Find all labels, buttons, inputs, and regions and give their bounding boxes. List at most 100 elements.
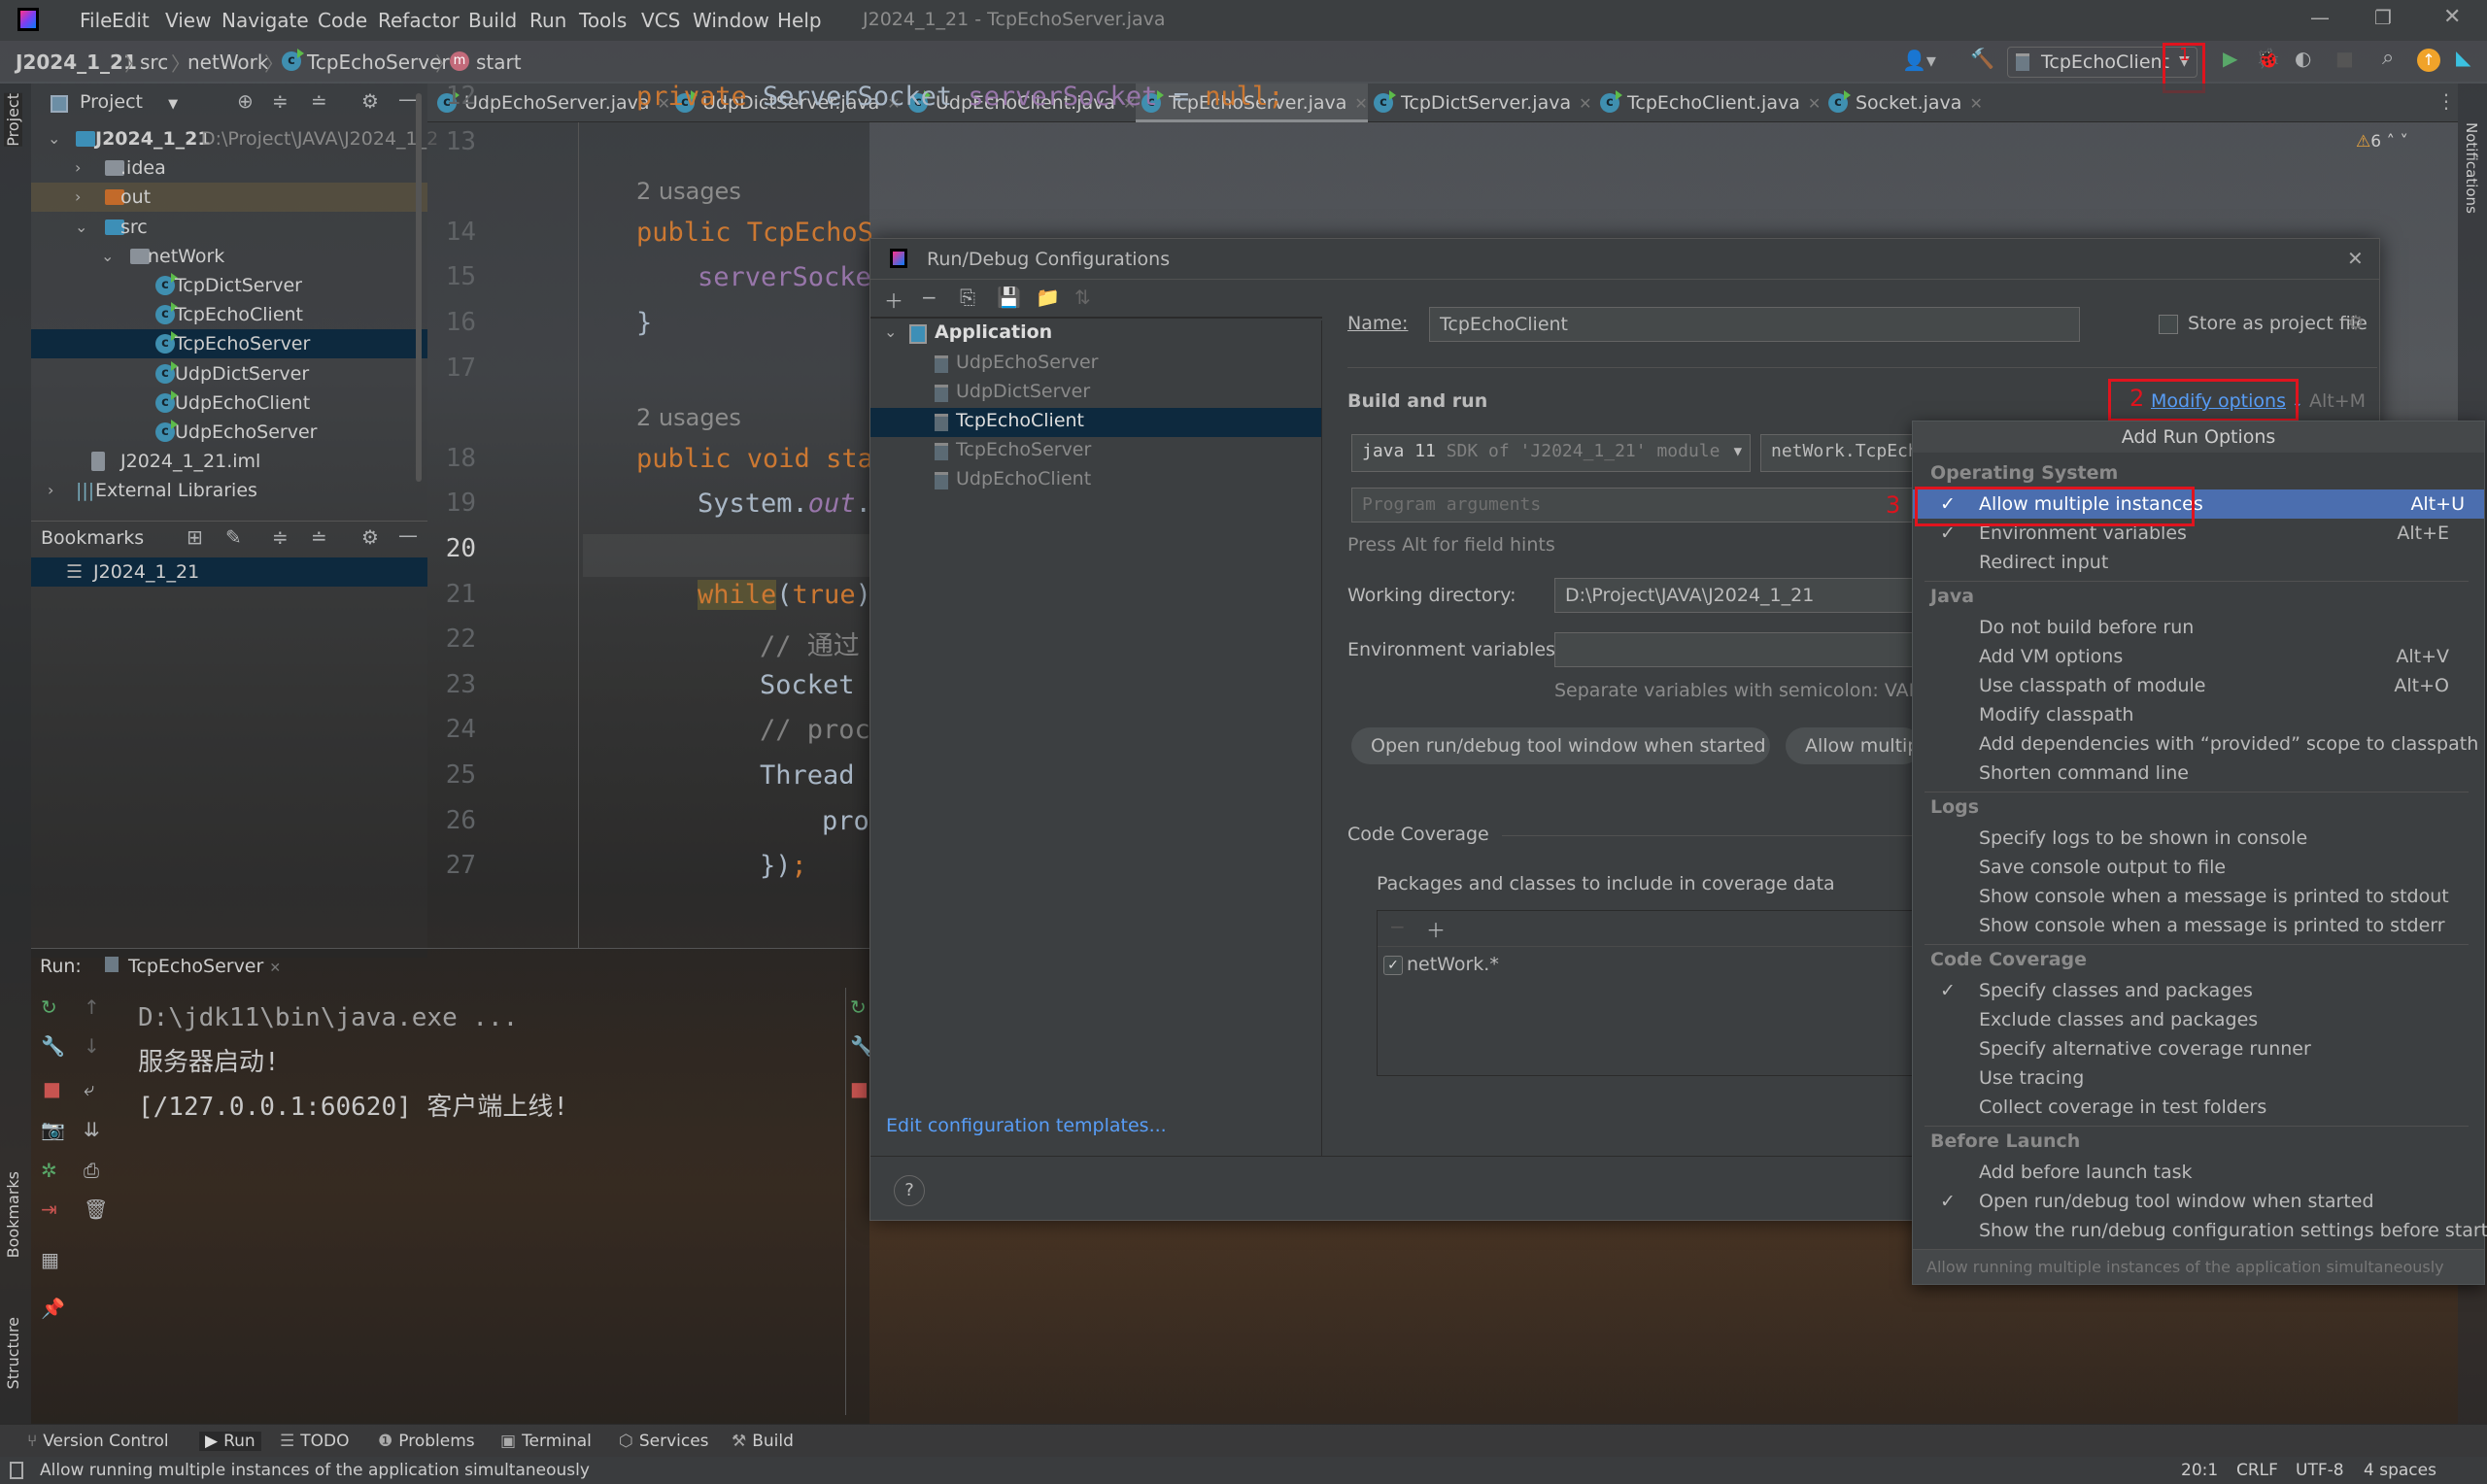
option-chip-open-tool-window[interactable]: Open run/debug tool window when started … (1351, 727, 1770, 764)
trash-icon[interactable]: 🗑 (84, 1197, 108, 1221)
name-field[interactable]: TcpEchoClient (1429, 307, 2080, 342)
build-hammer-icon[interactable]: 🔨 (1970, 47, 1994, 70)
menu-item-add-dependencies-with-provided-scope-to-classpath[interactable]: Add dependencies with “provided” scope t… (1913, 729, 2484, 759)
project-scrollbar[interactable] (416, 93, 422, 482)
notifications-tool-button[interactable]: Notifications (2463, 122, 2480, 214)
collapse-all-icon[interactable]: ≐ (311, 525, 327, 549)
jdk-selector[interactable]: java 11 SDK of 'J2024_1_21' module ▼ (1351, 434, 1751, 472)
menu-item-open-run-debug-tool-window-when-started[interactable]: ✓ Open run/debug tool window when started (1913, 1187, 2484, 1216)
close-tab-icon[interactable]: ✕ (1969, 94, 1982, 113)
menu-window[interactable]: Window (693, 9, 769, 32)
breadcrumb-package[interactable]: netWork (187, 51, 268, 74)
tree-item-tcpdictserver[interactable]: c TcpDictServer (31, 271, 427, 300)
config-item-udpdictserver[interactable]: UdpDictServer (870, 379, 1321, 408)
tree-item-tcpechoserver[interactable]: c TcpEchoServer (31, 329, 427, 359)
status-toggle-icon[interactable] (10, 1462, 23, 1479)
chevron-down-icon[interactable]: ˅ (2400, 132, 2408, 152)
menu-vcs[interactable]: VCS (641, 9, 680, 32)
update-icon[interactable]: ↑ (2417, 49, 2440, 72)
collapse-all-icon[interactable]: ≐ (311, 89, 327, 113)
locate-icon[interactable]: ⊕ (237, 89, 254, 113)
project-view-selector[interactable]: Project ▼ (80, 91, 178, 113)
tree-item-src[interactable]: ⌄ src (31, 213, 427, 242)
program-arguments-field[interactable]: Program arguments (1351, 488, 1925, 523)
wrench-icon[interactable]: 🔧 (41, 1034, 65, 1058)
menu-item-specify-classes-and-packages[interactable]: ✓ Specify classes and packages (1913, 976, 2484, 1005)
tree-item-udpechoserver[interactable]: c UdpEchoServer (31, 418, 427, 447)
menu-item-do-not-build-before-run[interactable]: Do not build before run (1913, 613, 2484, 642)
tree-item-tcpechoclient[interactable]: c TcpEchoClient (31, 300, 427, 329)
debug-icon[interactable]: 🐞 (2256, 47, 2280, 70)
menu-tools[interactable]: Tools (579, 9, 627, 32)
gear-icon[interactable]: ⚙ (361, 89, 379, 113)
menu-item-specify-alternative-coverage-runner[interactable]: Specify alternative coverage runner (1913, 1034, 2484, 1063)
tool-button-build[interactable]: ⚒ Build (732, 1432, 794, 1451)
menu-build[interactable]: Build (468, 9, 517, 32)
menu-edit[interactable]: Edit (112, 9, 150, 32)
sort-icon[interactable]: ⇅ (1074, 286, 1091, 309)
coverage-item-checkbox[interactable]: ✓ (1383, 956, 1403, 975)
breadcrumb-class[interactable]: TcpEchoServer (307, 51, 450, 74)
tree-item-j2024_1_21[interactable]: ⌄ J2024_1_21 D:\Project\JAVA\J2024_1_2 (31, 124, 438, 153)
stop-icon[interactable]: ■ (43, 1077, 61, 1100)
tab-tcpechoclient-java[interactable]: c TcpEchoClient.java ✕ (1594, 84, 1823, 122)
tree-item-external-libraries[interactable]: › ||| External Libraries (31, 476, 427, 505)
tab-tcpdictserver-java[interactable]: c TcpDictServer.java ✕ (1368, 84, 1594, 122)
chevron-right-icon[interactable]: › (75, 153, 81, 183)
breadcrumb-method[interactable]: start (476, 51, 522, 74)
tree-item-j2024_1_21-iml[interactable]: J2024_1_21.iml (31, 447, 427, 476)
config-group-application[interactable]: Application (935, 321, 1052, 343)
expand-all-icon[interactable]: ≑ (272, 525, 289, 549)
menu-item-add-before-launch-task[interactable]: Add before launch task (1913, 1158, 2484, 1187)
menu-run[interactable]: Run (529, 9, 566, 32)
tool-button-problems[interactable]: ❶ Problems (378, 1432, 475, 1451)
menu-file[interactable]: File (80, 9, 112, 32)
tree-item-udpdictserver[interactable]: c UdpDictServer (31, 359, 427, 388)
config-item-tcpechoclient[interactable]: TcpEchoClient (870, 408, 1321, 437)
expand-all-icon[interactable]: ≑ (272, 89, 289, 113)
caret-position[interactable]: 20:1 (2181, 1461, 2218, 1480)
stop-icon[interactable]: ■ (2335, 47, 2354, 70)
layout-icon[interactable]: ▦ (41, 1248, 59, 1271)
exit-icon[interactable]: ⇥ (41, 1197, 57, 1221)
chevron-down-icon[interactable]: ⌄ (101, 242, 114, 271)
close-tab-icon[interactable]: ✕ (1354, 94, 1367, 113)
tree-item-udpechoclient[interactable]: c UdpEchoClient (31, 388, 427, 418)
print-icon[interactable]: ⎙ (84, 1159, 99, 1182)
coverage-icon[interactable]: ◐ (2295, 47, 2311, 70)
camera-icon[interactable]: 📷 (41, 1118, 65, 1141)
menu-item-save-console-output-to-file[interactable]: Save console output to file (1913, 853, 2484, 882)
main-class-field[interactable]: netWork.TcpEch (1760, 434, 1925, 472)
menu-item-show-console-when-a-message-is-printed-to-stdout[interactable]: Show console when a message is printed t… (1913, 882, 2484, 911)
chevron-down-icon[interactable]: ⌄ (48, 124, 60, 153)
config-item-udpechoclient[interactable]: UdpEchoClient (870, 466, 1321, 495)
menu-item-exclude-classes-and-packages[interactable]: Exclude classes and packages (1913, 1005, 2484, 1034)
menu-item-modify-classpath[interactable]: Modify classpath (1913, 700, 2484, 729)
scroll-to-end-icon[interactable]: ⇊ (84, 1118, 100, 1141)
close-tab-icon[interactable]: ✕ (269, 961, 281, 976)
config-item-udpechoserver[interactable]: UdpEchoServer (870, 350, 1321, 379)
config-item-tcpechoserver[interactable]: TcpEchoServer (870, 437, 1321, 466)
indent-setting[interactable]: 4 spaces (2364, 1461, 2436, 1480)
tabs-more-icon[interactable]: ⋮ (2436, 89, 2456, 113)
gear-icon[interactable]: ⚙ (2347, 311, 2365, 334)
tree-item--idea[interactable]: › .idea (31, 153, 427, 183)
hide-icon[interactable]: — (398, 87, 418, 111)
run-tab[interactable]: TcpEchoServer ✕ (105, 956, 281, 977)
help-button[interactable]: ? (894, 1175, 925, 1206)
down-icon[interactable]: ↓ (84, 1034, 100, 1058)
code-editor[interactable]: 12 private ServerSocket serverSocket = nu… (427, 82, 1284, 948)
menu-item-redirect-input[interactable]: Redirect input (1913, 548, 2484, 577)
stop-icon[interactable]: ■ (850, 1077, 869, 1100)
rerun-icon[interactable]: ↻ (850, 995, 867, 1019)
menu-view[interactable]: View (165, 9, 211, 32)
menu-item-use-tracing[interactable]: Use tracing (1913, 1063, 2484, 1093)
user-icon[interactable]: 👤▾ (1902, 49, 1936, 72)
chevron-down-icon[interactable]: ⌄ (75, 213, 87, 242)
option-chip-allow-multiple[interactable]: Allow multip (1786, 727, 1922, 764)
restore-icon[interactable]: ❐ (2374, 6, 2392, 29)
inspection-widget[interactable]: ⚠6 ˄ ˅ (2356, 132, 2408, 152)
tool-button-run[interactable]: ▶ Run (199, 1432, 261, 1451)
line-separator[interactable]: CRLF (2236, 1461, 2278, 1480)
add-bookmark-icon[interactable]: ⊞ (187, 525, 203, 549)
